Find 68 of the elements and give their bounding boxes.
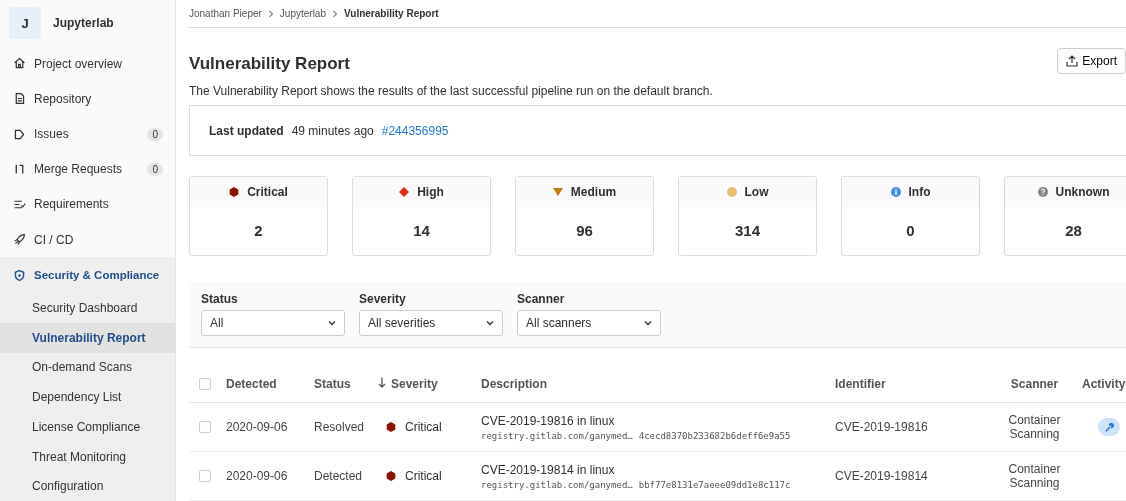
sidebar-item[interactable]: Repository: [0, 81, 175, 117]
sidebar-subitem[interactable]: Vulnerability Report: [0, 322, 175, 353]
breadcrumb-link[interactable]: Vulnerability Report: [344, 8, 439, 20]
identifier-text: CVE-2019-19816: [835, 420, 929, 434]
last-updated-label: Last updated: [209, 123, 284, 138]
breadcrumb-link[interactable]: Jonathan Pieper: [189, 8, 262, 20]
sidebar-item[interactable]: Issues 0: [0, 116, 175, 152]
column-header[interactable]: Severity: [378, 377, 481, 391]
sidebar-item[interactable]: Project overview: [0, 46, 175, 82]
sidebar-item[interactable]: Security & Compliance: [0, 257, 175, 294]
image-hash: 4cecd8370b233682b6deff6e9a55: [638, 430, 791, 441]
sidebar-subitem[interactable]: On-demand Scans: [0, 352, 175, 383]
severity-count: 14: [412, 221, 431, 242]
status-text: Resolved: [314, 420, 366, 434]
sidebar-item[interactable]: Requirements: [0, 186, 175, 222]
detected-date: 2020-09-06: [226, 420, 289, 434]
status-text: Detected: [314, 469, 364, 483]
location-text: registry.gitlab.com/ganymed…: [481, 430, 633, 441]
page-title: Vulnerability Report: [189, 54, 350, 75]
scanner-text: Container Scanning: [1007, 413, 1062, 441]
sidebar-subitem[interactable]: Configuration: [0, 471, 175, 501]
severity-label: Low: [744, 184, 769, 199]
sidebar-subitem[interactable]: Dependency List: [0, 382, 175, 412]
vulnerability-title[interactable]: CVE-2019-19814 in linux: [481, 462, 835, 477]
filter-label: Scanner: [517, 292, 566, 307]
filter-dropdown[interactable]: All scanners: [517, 310, 661, 337]
severity-text: Critical: [405, 420, 442, 434]
severity-label: Unknown: [1055, 184, 1110, 199]
location-text: registry.gitlab.com/ganymed…: [481, 479, 633, 490]
sidebar-subitem[interactable]: Threat Monitoring: [0, 441, 175, 472]
severity-count: 314: [734, 221, 761, 242]
breadcrumb-link[interactable]: Jupyterlab: [279, 8, 326, 20]
filter-label: Severity: [359, 292, 407, 307]
severity-label: Critical: [247, 184, 288, 199]
column-header[interactable]: Description: [481, 377, 835, 391]
severity-count: 96: [575, 221, 594, 242]
pipeline-link[interactable]: #244356995: [381, 123, 449, 138]
scanner-text: Container Scanning: [1007, 462, 1062, 490]
page-description: The Vulnerability Report shows the results of the last successful pipeline run on the default branch.: [189, 84, 714, 99]
column-header[interactable]: Identifier: [835, 377, 987, 391]
count-badge: 0: [147, 127, 163, 141]
sidebar-item[interactable]: Merge Requests 0: [0, 151, 175, 187]
column-header[interactable]: Activity: [1082, 377, 1126, 391]
project-name[interactable]: Jupyterlab: [53, 16, 114, 30]
severity-count: 28: [1064, 221, 1083, 242]
detected-date: 2020-09-06: [226, 469, 289, 483]
sidebar-subitem[interactable]: License Compliance: [0, 411, 175, 442]
severity-count: 2: [253, 221, 264, 242]
vulnerability-title[interactable]: CVE-2019-19816 in linux: [481, 413, 835, 428]
image-hash: bbf77e8131e7aeee09dd1e8c117c: [638, 479, 791, 490]
severity-text: Critical: [405, 469, 442, 483]
sidebar-item[interactable]: CI / CD: [0, 222, 175, 258]
severity-label: Info: [908, 184, 931, 199]
last-updated-time: 49 minutes ago: [291, 123, 374, 138]
filter-dropdown[interactable]: All: [201, 310, 345, 337]
identifier-text: CVE-2019-19814: [835, 469, 929, 483]
count-badge: 0: [147, 162, 163, 176]
severity-label: High: [417, 184, 444, 199]
column-header[interactable]: Status: [314, 377, 378, 391]
filter-label: Status: [201, 292, 239, 307]
sidebar-subitem[interactable]: Security Dashboard: [0, 293, 175, 323]
filter-dropdown[interactable]: All severities: [359, 310, 503, 337]
severity-count: 0: [905, 221, 916, 242]
severity-label: Medium: [570, 184, 617, 199]
export-button[interactable]: Export: [1057, 48, 1126, 75]
column-header[interactable]: Scanner: [987, 377, 1082, 391]
project-avatar[interactable]: J: [9, 7, 41, 39]
column-header[interactable]: Detected: [226, 377, 314, 391]
